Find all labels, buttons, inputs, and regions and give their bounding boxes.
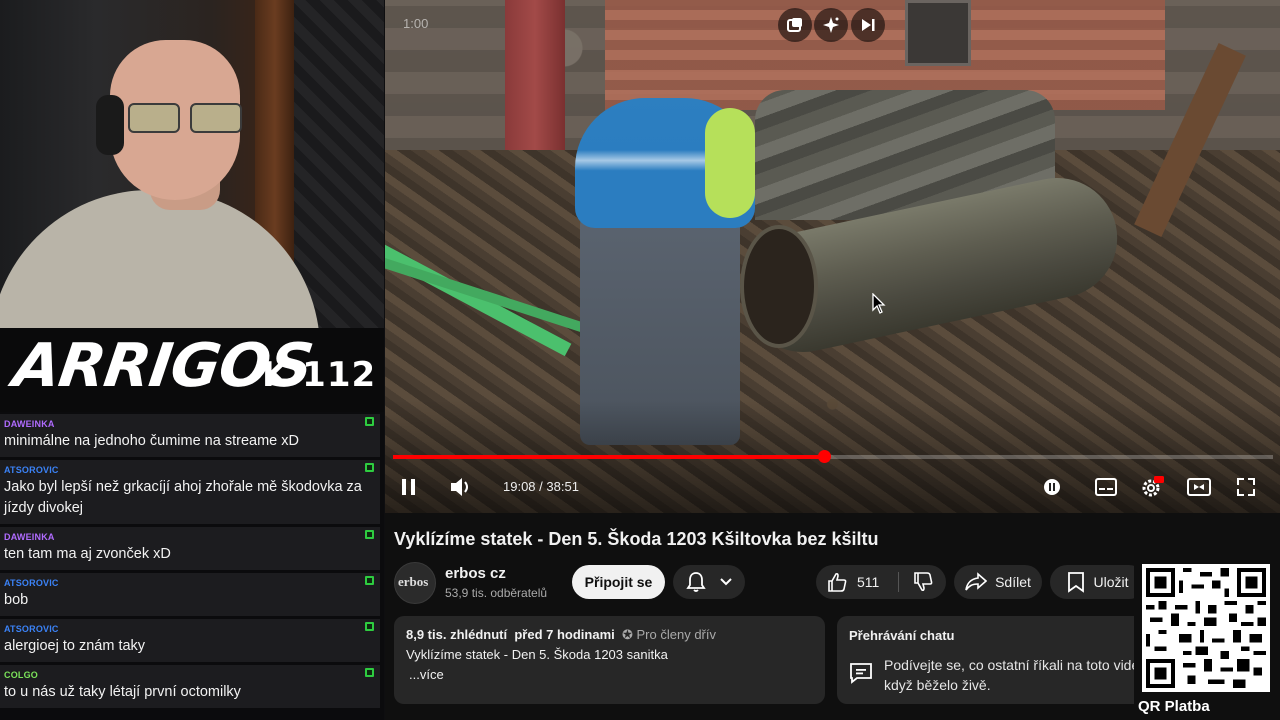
bell-icon [686, 572, 706, 592]
chat-message: ATSOROVIC alergioej to znám taky [0, 619, 380, 662]
description-text: Vyklízíme statek - Den 5. Škoda 1203 san… [406, 647, 668, 662]
platform-badge-icon [365, 668, 374, 677]
chat-username: ATSOROVIC [4, 578, 59, 588]
settings-hd-icon[interactable] [1139, 474, 1165, 500]
qr-code-icon [1142, 564, 1270, 692]
notification-bell-button[interactable] [673, 565, 745, 599]
chat-message: COLGO to u nás už taky létají první octo… [0, 665, 380, 708]
description-meta: 8,9 tis. zhlédnutí před 7 hodinami ✪ Pro… [406, 627, 716, 643]
video-title: Vyklízíme statek - Den 5. Škoda 1203 Kši… [394, 529, 879, 549]
mouse-cursor-icon [872, 293, 886, 314]
chat-message: ATSOROVIC bob [0, 573, 380, 616]
progress-bar[interactable] [393, 450, 1273, 463]
scene-worker-hivis [705, 108, 755, 218]
chat-username: DAWEINKA [4, 419, 55, 429]
chat-text: to u nás už taky létají první octomilky [4, 684, 241, 700]
chat-username: COLGO [4, 670, 38, 680]
platform-badge-icon [365, 622, 374, 631]
like-dislike-group: 511 [816, 565, 946, 599]
chat-username: ATSOROVIC [4, 465, 59, 475]
dislike-button[interactable] [906, 565, 940, 599]
channel-logo-sub: K 112 [262, 355, 377, 395]
thumbs-up-icon [828, 572, 847, 592]
save-button[interactable]: Uložit [1050, 565, 1146, 599]
time-display: 19:08 / 38:51 [503, 479, 579, 494]
volume-icon[interactable] [447, 474, 475, 500]
stream-chat: DAWEINKA minimálne na jednoho čumime na … [0, 414, 380, 711]
chat-username: ATSOROVIC [4, 624, 59, 634]
theater-icon[interactable] [1185, 474, 1213, 500]
chat-message: ATSOROVIC Jako byl lepší než grkacíjí ah… [0, 460, 380, 524]
fullscreen-icon[interactable] [1233, 474, 1259, 500]
platform-badge-icon [365, 530, 374, 539]
qr-label: QR Platba [1138, 698, 1210, 715]
miniplayer-icon[interactable] [778, 8, 812, 42]
platform-badge-icon [365, 576, 374, 585]
chat-text: Jako byl lepší než grkacíjí ahoj zhořale… [4, 479, 362, 516]
view-count: 8,9 tis. zhlédnutí [406, 627, 508, 642]
current-time: 19:08 [503, 479, 536, 494]
channel-name[interactable]: erbos cz [445, 565, 506, 582]
like-divider [898, 572, 899, 592]
channel-avatar[interactable]: erbos [394, 562, 436, 604]
next-icon[interactable] [851, 8, 885, 42]
pause-icon[interactable] [397, 474, 421, 500]
chat-username: DAWEINKA [4, 532, 55, 542]
share-icon [965, 572, 988, 591]
sparkle-icon[interactable] [814, 8, 848, 42]
join-button[interactable]: Připojit se [572, 565, 665, 599]
bookmark-icon [1068, 572, 1085, 593]
progress-played [393, 455, 825, 459]
stream-overlay-panel: ARRIGOS K 112 DAWEINKA minimálne na jedn… [0, 0, 384, 720]
subtitles-icon[interactable] [1093, 474, 1119, 500]
time-separator: / [535, 479, 547, 494]
timestamp-overlay: 1:00 [403, 16, 429, 31]
chat-text: alergioej to znám taky [4, 638, 146, 654]
save-label: Uložit [1093, 574, 1129, 590]
description-box[interactable]: 8,9 tis. zhlédnutí před 7 hodinami ✪ Pro… [394, 616, 825, 704]
chat-text: bob [4, 592, 29, 608]
platform-badge-icon [365, 463, 374, 472]
chat-message: DAWEINKA ten tam ma aj zvonček xD [0, 527, 380, 570]
headphone-icon [96, 95, 124, 155]
streamer-glasses [128, 103, 248, 133]
upload-age: před 7 hodinami [514, 627, 615, 642]
share-label: Sdílet [995, 574, 1031, 590]
share-button[interactable]: Sdílet [954, 565, 1042, 599]
chevron-down-icon [720, 578, 732, 586]
like-count: 511 [857, 574, 880, 590]
duration: 38:51 [546, 479, 579, 494]
webcam-feed [0, 0, 384, 328]
chat-message: DAWEINKA minimálne na jednoho čumime na … [0, 414, 380, 457]
chat-bubble-icon [850, 663, 872, 684]
scene-window [905, 0, 971, 66]
thumbs-down-icon [914, 572, 933, 592]
scene-red-door [505, 0, 565, 150]
channel-avatar-text: erbos [398, 574, 429, 589]
subscriber-count: 53,9 tis. odběratelů [445, 586, 548, 600]
scene-pipe-opening [740, 225, 818, 348]
platform-badge-icon [365, 417, 374, 426]
chat-replay-text: Podívejte se, co ostatní říkali na toto … [884, 657, 1140, 693]
description-more-link[interactable]: ...více [409, 667, 444, 682]
webcam-background-foam [294, 0, 384, 328]
video-player[interactable]: 1:00 19:08 / 38:51 [385, 0, 1280, 513]
qr-payment-panel: QR Platba [1134, 558, 1280, 720]
chat-text: ten tam ma aj zvonček xD [4, 546, 171, 562]
chat-replay-title: Přehrávání chatu [849, 628, 955, 643]
like-button[interactable]: 511 [826, 565, 879, 599]
chat-text: minimálne na jednoho čumime na streame x… [4, 433, 299, 449]
autoplay-toggle-icon[interactable] [1041, 474, 1063, 500]
members-first-badge: ✪ Pro členy dřív [622, 627, 716, 642]
